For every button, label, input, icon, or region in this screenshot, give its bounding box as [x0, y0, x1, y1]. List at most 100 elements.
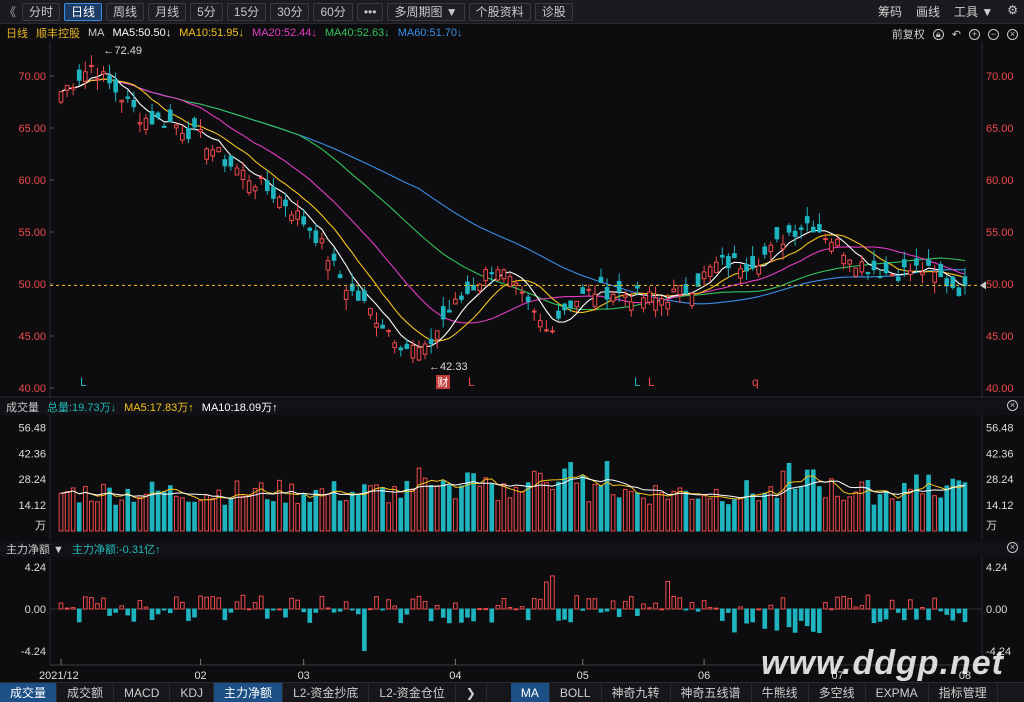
period-button[interactable]: 多周期图 ▼: [387, 2, 465, 21]
price-tick-left: 40.00: [18, 383, 46, 395]
volume-tick-right: 14.12: [986, 500, 1014, 512]
volume-bar: [246, 494, 252, 532]
indicator-tab[interactable]: MA: [510, 682, 550, 702]
indicator-tab[interactable]: BOLL: [550, 682, 602, 702]
candle-body: [962, 276, 968, 286]
indicator-tab[interactable]: EXPMA: [866, 682, 929, 702]
volume-bar: [137, 496, 143, 532]
indicator-tab[interactable]: ❯: [456, 682, 487, 702]
volume-bar: [155, 490, 161, 532]
period-button[interactable]: 30分: [270, 2, 310, 21]
volume-bar: [525, 482, 531, 532]
period-button[interactable]: 15分: [226, 2, 267, 21]
period-button[interactable]: 分时: [22, 2, 61, 21]
volume-bar: [901, 482, 907, 532]
indicator-tab[interactable]: 成交额: [57, 682, 115, 702]
candle-body: [89, 64, 94, 67]
volume-chart[interactable]: 56.48 56.48 42.36 42.36 28.24 28.24 14.12 14.12…: [0, 415, 1024, 539]
volume-bar: [355, 494, 361, 532]
draw-line-button[interactable]: 画线: [916, 3, 940, 20]
volume-bar: [440, 480, 446, 532]
volume-tick-right: 42.36: [986, 448, 1014, 460]
volume-bar: [240, 495, 246, 532]
flow-bar: [204, 596, 209, 610]
ma-header-controls: 前复权 🔒︎ ↶ + − ×: [892, 26, 1018, 42]
volume-bar: [495, 500, 501, 532]
volume-close-icon[interactable]: ×: [1007, 400, 1018, 411]
flow-close-icon[interactable]: ×: [1007, 542, 1018, 553]
signal-mark: q: [752, 375, 759, 389]
indicator-tab[interactable]: KDJ: [170, 682, 215, 702]
flow-bar: [343, 601, 349, 610]
flow-bar: [155, 608, 161, 615]
indicator-tab[interactable]: MACD: [114, 682, 171, 702]
period-button[interactable]: 个股资料: [468, 2, 531, 21]
tools-button[interactable]: 工具 ▼: [954, 3, 993, 20]
indicator-tab[interactable]: 牛熊线: [752, 682, 809, 702]
flow-bar: [568, 608, 573, 623]
zoom-in-icon[interactable]: +: [969, 28, 980, 40]
flow-bar: [707, 607, 713, 610]
indicator-tab[interactable]: 指标管理: [929, 682, 998, 702]
period-button[interactable]: 日线: [64, 2, 103, 21]
volume-label[interactable]: 成交量: [6, 399, 39, 415]
volume-bar: [877, 494, 883, 532]
flow-bar: [671, 595, 677, 610]
undo-icon[interactable]: ↶: [952, 28, 961, 41]
candle-body: [562, 303, 567, 311]
candle-body: [817, 224, 822, 233]
flow-bar: [859, 605, 865, 610]
flow-label[interactable]: 主力净额 ▼: [6, 541, 64, 557]
indicator-tab[interactable]: L2-资金抄底: [283, 682, 370, 702]
legend-value: 总量:19.73万↓: [47, 402, 117, 414]
volume-bar: [635, 492, 640, 532]
flow-bar: [422, 601, 428, 610]
close-icon[interactable]: ×: [1007, 28, 1018, 40]
period-button[interactable]: 周线: [106, 2, 145, 21]
volume-bar: [744, 480, 749, 532]
period-button[interactable]: 诊股: [534, 2, 573, 21]
chips-button[interactable]: 筹码: [878, 3, 902, 20]
volume-bar: [180, 497, 185, 532]
flow-bar: [404, 608, 410, 615]
flow-bar: [82, 596, 88, 610]
candlestick-chart[interactable]: 70.00 70.00 65.00 65.00 60.00 60.00 55.00 55.00…: [0, 42, 1024, 398]
candle-body: [64, 84, 70, 91]
indicator-tab[interactable]: 神奇五线谱: [671, 682, 752, 702]
candle-body: [695, 273, 701, 287]
indicator-tab[interactable]: 成交量: [0, 682, 58, 702]
volume-tick-right: 28.24: [986, 474, 1014, 486]
date-label: 05: [577, 670, 589, 682]
candle-body: [853, 267, 859, 277]
flow-bar: [380, 608, 385, 611]
volume-tick-left: 14.12: [18, 500, 46, 512]
flow-bar: [592, 598, 598, 610]
flow-bar: [701, 600, 707, 610]
gear-icon[interactable]: ⚙: [1007, 3, 1018, 20]
period-button[interactable]: 月线: [148, 2, 187, 21]
indicator-tab[interactable]: L2-资金仓位: [369, 682, 456, 702]
period-button[interactable]: •••: [356, 2, 384, 21]
flow-bar: [895, 608, 901, 613]
volume-bar: [883, 490, 889, 532]
period-button[interactable]: 5分: [190, 2, 223, 21]
zoom-out-icon[interactable]: −: [988, 28, 999, 40]
volume-bar: [125, 488, 131, 532]
candle-body: [810, 226, 816, 233]
volume-bar: [519, 491, 525, 532]
candle-body: [568, 300, 573, 308]
back-icon[interactable]: 《: [4, 3, 16, 20]
period-button[interactable]: 60分: [313, 2, 353, 21]
candle-body: [647, 291, 652, 303]
indicator-tab[interactable]: 神奇九转: [602, 682, 671, 702]
flow-bar: [301, 608, 307, 613]
flow-bar: [847, 598, 853, 610]
adjust-button[interactable]: 前复权: [892, 26, 925, 42]
volume-bar: [465, 472, 470, 532]
ma-label[interactable]: MA: [88, 27, 105, 39]
indicator-tab[interactable]: 多空线: [809, 682, 866, 702]
volume-bar: [131, 501, 137, 532]
lock-icon[interactable]: 🔒︎: [932, 28, 944, 40]
signal-mark: L: [468, 375, 475, 389]
indicator-tab[interactable]: 主力净额: [214, 682, 284, 702]
